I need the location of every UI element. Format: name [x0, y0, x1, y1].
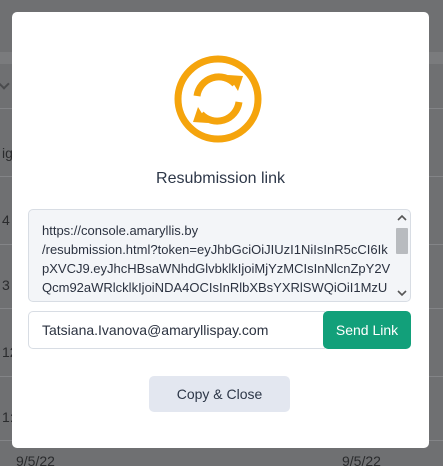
- background-cell: 4: [2, 212, 10, 228]
- background-cell: 3: [2, 277, 10, 293]
- chevron-down-icon: [0, 78, 10, 90]
- modal-title: Resubmission link: [156, 170, 285, 187]
- refresh-icon: [174, 55, 262, 143]
- scroll-down-arrow-icon[interactable]: [397, 289, 407, 297]
- resubmission-link-box[interactable]: https://console.amaryllis.by /resubmissi…: [28, 209, 411, 302]
- email-field[interactable]: [28, 311, 325, 349]
- background-date: 9/5/22: [16, 453, 55, 466]
- scroll-up-arrow-icon[interactable]: [397, 214, 407, 222]
- background-date: 9/5/22: [342, 453, 381, 466]
- resubmission-modal: Resubmission link https://console.amaryl…: [12, 12, 429, 448]
- link-scrollbar[interactable]: [394, 210, 410, 301]
- copy-close-button[interactable]: Copy & Close: [149, 376, 290, 412]
- send-link-button[interactable]: Send Link: [323, 311, 411, 349]
- scrollbar-thumb[interactable]: [396, 228, 408, 254]
- resubmission-link-text[interactable]: https://console.amaryllis.by /resubmissi…: [42, 221, 392, 301]
